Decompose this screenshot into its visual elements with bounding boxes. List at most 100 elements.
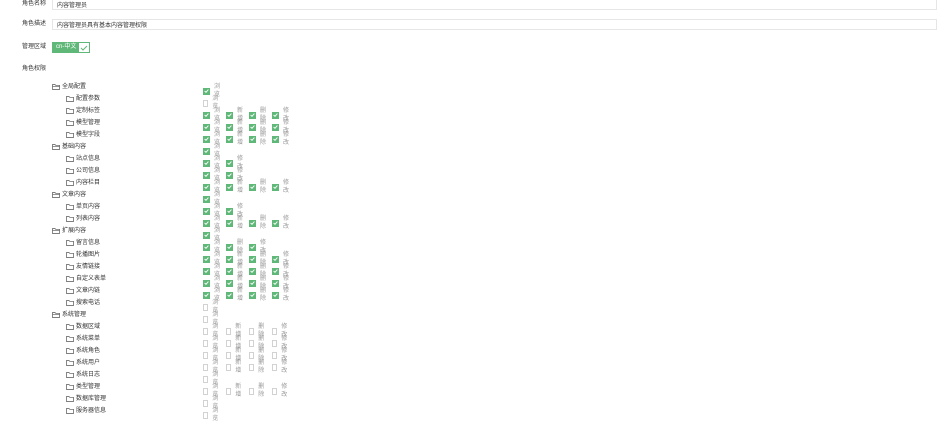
permission-checkbox[interactable] — [203, 171, 210, 179]
tree-leaf-node[interactable]: 单页内容 — [66, 203, 100, 211]
tree-leaf-node[interactable]: 留言信息 — [66, 239, 100, 247]
permission-checkbox[interactable] — [249, 135, 257, 143]
tree-group-node[interactable]: 文章内容 — [52, 191, 86, 199]
permission-checkbox[interactable] — [203, 399, 209, 407]
permission-checkbox[interactable] — [249, 339, 255, 347]
permission-checkbox[interactable] — [272, 183, 280, 191]
permission-checkbox[interactable] — [226, 279, 234, 287]
permission-checkbox[interactable] — [203, 375, 209, 383]
role-desc-input[interactable] — [52, 19, 937, 30]
tree-leaf-node[interactable]: 友情链接 — [66, 263, 100, 271]
permission-option[interactable]: 修改 — [272, 383, 289, 399]
permission-option[interactable]: 修改 — [272, 215, 289, 231]
permission-checkbox[interactable] — [226, 327, 232, 335]
permission-checkbox[interactable] — [203, 327, 209, 335]
permission-option[interactable]: 新增 — [226, 359, 243, 375]
role-name-input[interactable] — [52, 0, 937, 10]
permission-checkbox[interactable] — [203, 267, 210, 275]
tree-group-node[interactable]: 扩展内容 — [52, 227, 86, 235]
tree-leaf-node[interactable]: 系统用户 — [66, 359, 100, 367]
tree-group-node[interactable]: 基础内容 — [52, 143, 86, 151]
permission-option[interactable]: 修改 — [272, 131, 289, 147]
tree-leaf-node[interactable]: 系统角色 — [66, 347, 100, 355]
tree-leaf-node[interactable]: 服务器信息 — [66, 407, 106, 415]
permission-checkbox[interactable] — [272, 279, 280, 287]
permission-checkbox[interactable] — [249, 219, 257, 227]
tree-leaf-node[interactable]: 定制标签 — [66, 107, 100, 115]
permission-checkbox[interactable] — [203, 123, 210, 131]
permission-checkbox[interactable] — [203, 387, 209, 395]
permission-checkbox[interactable] — [203, 303, 209, 311]
permission-checkbox[interactable] — [272, 123, 280, 131]
permission-checkbox[interactable] — [226, 339, 232, 347]
tree-leaf-node[interactable]: 站点信息 — [66, 155, 100, 163]
permission-checkbox[interactable] — [272, 327, 278, 335]
permission-checkbox[interactable] — [249, 363, 255, 371]
permission-checkbox[interactable] — [272, 291, 280, 299]
permission-checkbox[interactable] — [226, 159, 234, 167]
tree-leaf-node[interactable]: 数据区域 — [66, 323, 100, 331]
permission-checkbox[interactable] — [203, 111, 210, 119]
permission-option[interactable]: 新增 — [226, 383, 243, 399]
permission-checkbox[interactable] — [226, 207, 234, 215]
permission-checkbox[interactable] — [249, 255, 257, 263]
tree-leaf-node[interactable]: 公司信息 — [66, 167, 100, 175]
permission-option[interactable]: 删除 — [249, 179, 266, 195]
permission-option[interactable]: 修改 — [272, 359, 289, 375]
permission-checkbox[interactable] — [226, 387, 232, 395]
permission-checkbox[interactable] — [203, 147, 210, 155]
permission-option[interactable]: 新增 — [226, 215, 243, 231]
permission-checkbox[interactable] — [249, 327, 255, 335]
tree-leaf-node[interactable]: 文章内链 — [66, 287, 100, 295]
permission-checkbox[interactable] — [203, 315, 209, 323]
permission-checkbox[interactable] — [203, 207, 210, 215]
permission-checkbox[interactable] — [226, 219, 234, 227]
permission-checkbox[interactable] — [203, 183, 210, 191]
permission-option[interactable]: 修改 — [272, 179, 289, 195]
permission-checkbox[interactable] — [272, 135, 280, 143]
permission-option[interactable]: 删除 — [249, 215, 266, 231]
tree-leaf-node[interactable]: 配置参数 — [66, 95, 100, 103]
permission-checkbox[interactable] — [226, 243, 234, 251]
permission-option[interactable]: 删除 — [249, 383, 266, 399]
permission-checkbox[interactable] — [203, 219, 210, 227]
tree-leaf-node[interactable]: 数据库管理 — [66, 395, 106, 403]
permission-checkbox[interactable] — [203, 135, 210, 143]
permission-checkbox[interactable] — [249, 111, 257, 119]
permission-checkbox[interactable] — [226, 255, 234, 263]
permission-checkbox[interactable] — [226, 267, 234, 275]
permission-checkbox[interactable] — [203, 99, 209, 107]
permission-checkbox[interactable] — [249, 243, 257, 251]
permission-checkbox[interactable] — [226, 351, 232, 359]
permission-checkbox[interactable] — [203, 159, 210, 167]
tree-leaf-node[interactable]: 模型字段 — [66, 131, 100, 139]
tree-leaf-node[interactable]: 自定义表单 — [66, 275, 106, 283]
permission-checkbox[interactable] — [226, 183, 234, 191]
permission-checkbox[interactable] — [249, 279, 257, 287]
tree-leaf-node[interactable]: 系统菜单 — [66, 335, 100, 343]
permission-option[interactable]: 新增 — [226, 131, 243, 147]
permission-checkbox[interactable] — [272, 339, 278, 347]
area-select[interactable]: cn-中文 — [52, 42, 91, 53]
permission-checkbox[interactable] — [272, 363, 278, 371]
permission-checkbox[interactable] — [272, 219, 280, 227]
permission-checkbox[interactable] — [272, 267, 280, 275]
permission-checkbox[interactable] — [226, 363, 232, 371]
permission-checkbox[interactable] — [249, 351, 255, 359]
tree-leaf-node[interactable]: 内容栏目 — [66, 179, 100, 187]
permission-option[interactable]: 修改 — [272, 287, 289, 303]
permission-checkbox[interactable] — [249, 291, 257, 299]
permission-option[interactable]: 新增 — [226, 179, 243, 195]
permission-option[interactable]: 浏览 — [203, 407, 220, 423]
permission-option[interactable]: 删除 — [249, 359, 266, 375]
tree-leaf-node[interactable]: 类型管理 — [66, 383, 100, 391]
permission-checkbox[interactable] — [203, 291, 210, 299]
permission-option[interactable]: 新增 — [226, 287, 243, 303]
permission-option[interactable]: 删除 — [249, 131, 266, 147]
tree-leaf-node[interactable]: 轮播图片 — [66, 251, 100, 259]
permission-checkbox[interactable] — [203, 243, 210, 251]
permission-checkbox[interactable] — [272, 387, 278, 395]
permission-checkbox[interactable] — [249, 387, 255, 395]
permission-checkbox[interactable] — [203, 411, 209, 419]
permission-checkbox[interactable] — [203, 339, 209, 347]
